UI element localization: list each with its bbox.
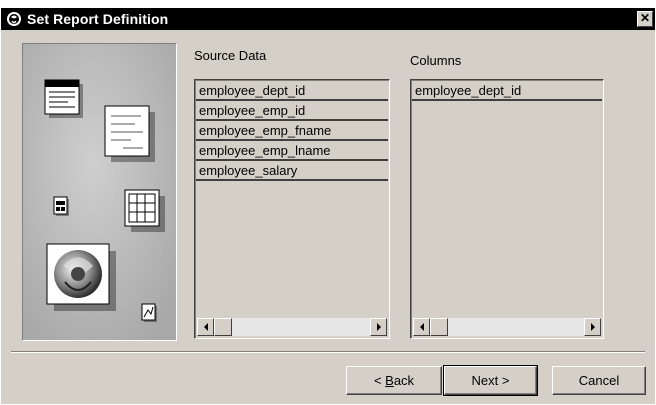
close-icon: ✕ <box>639 11 651 25</box>
title-bar: Set Report Definition ✕ <box>1 8 655 30</box>
app-icon <box>5 10 23 28</box>
columns-horizontal-scrollbar[interactable] <box>413 318 601 336</box>
arrow-right-icon <box>590 323 595 331</box>
scroll-thumb[interactable] <box>430 318 448 336</box>
scroll-right-button[interactable] <box>584 318 601 336</box>
columns-label: Columns <box>410 53 462 68</box>
arrow-left-icon <box>203 323 208 331</box>
scroll-left-button[interactable] <box>197 318 214 336</box>
page: Set Report Definition ✕ Source Data Colu… <box>0 0 656 405</box>
list-item[interactable]: employee_emp_lname <box>196 141 388 161</box>
wizard-illustration <box>22 43 177 341</box>
scroll-thumb[interactable] <box>214 318 232 336</box>
source-data-label: Source Data <box>194 48 267 63</box>
back-button[interactable]: < Back <box>346 366 442 395</box>
report-icon <box>44 79 83 118</box>
back-mnemonic: B <box>385 373 394 388</box>
scroll-left-button[interactable] <box>413 318 430 336</box>
scroll-right-button[interactable] <box>370 318 387 336</box>
list-item[interactable]: employee_emp_id <box>196 101 388 121</box>
next-button[interactable]: Next > <box>443 365 538 396</box>
window-title: Set Report Definition <box>27 11 169 27</box>
list-item[interactable]: employee_emp_fname <box>196 121 388 141</box>
columns-list[interactable]: employee_dept_id <box>410 79 604 339</box>
close-button[interactable]: ✕ <box>637 11 653 27</box>
document-icon <box>104 105 155 162</box>
dialog: Set Report Definition ✕ Source Data Colu… <box>0 7 656 405</box>
separator <box>11 351 645 353</box>
source-data-list[interactable]: employee_dept_id employee_emp_id employe… <box>194 79 390 339</box>
source-horizontal-scrollbar[interactable] <box>197 318 387 336</box>
chart-file-icon <box>141 303 157 322</box>
back-prefix: < <box>373 373 386 388</box>
list-item[interactable]: employee_salary <box>196 161 388 181</box>
grid-table-icon <box>124 189 165 232</box>
back-rest: ack <box>393 373 415 388</box>
cancel-button[interactable]: Cancel <box>552 366 646 395</box>
arrow-left-icon <box>419 323 424 331</box>
list-item[interactable]: employee_dept_id <box>412 81 602 101</box>
list-item[interactable]: employee_dept_id <box>196 81 388 101</box>
small-form-icon <box>53 196 69 216</box>
sphere-logo-icon <box>46 243 116 311</box>
arrow-right-icon <box>376 323 381 331</box>
